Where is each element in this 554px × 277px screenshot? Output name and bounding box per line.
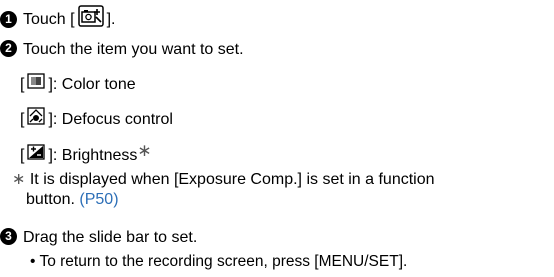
option-prefix: [ <box>20 76 25 94</box>
step-3-text: Drag the slide bar to set. <box>23 229 198 246</box>
option-prefix: [ <box>20 147 25 165</box>
footnote-text-cont: button. <box>26 191 75 208</box>
page-reference-link[interactable]: (P50) <box>79 191 118 208</box>
option-defocus-control: [ ]: Defocus control <box>20 107 173 132</box>
bullet-note: • To return to the recording screen, pre… <box>30 252 407 272</box>
step-number-3: 3 <box>0 228 17 246</box>
footnote-text: It is displayed when [Exposure Comp.] is… <box>29 171 435 188</box>
step-number-2: 2 <box>0 40 17 58</box>
bullet-text: To return to the recording screen, press… <box>39 253 408 270</box>
brightness-icon <box>27 144 46 166</box>
option-prefix: [ <box>20 111 25 129</box>
step-2-text: Touch the item you want to set. <box>23 41 244 58</box>
option-label: ]: Brightness <box>48 147 138 165</box>
defocus-control-icon <box>27 107 46 131</box>
step-number-1: 1 <box>0 10 17 28</box>
step-1-text-after: ]. <box>106 11 116 29</box>
bullet-mark: • <box>30 253 36 270</box>
footnote-mark: ∗ <box>12 171 26 188</box>
footnote-line-1: ∗ It is displayed when [Exposure Comp.] … <box>12 170 435 190</box>
step-1-text-before: Touch [ <box>23 11 75 29</box>
color-tone-icon <box>27 73 46 95</box>
step-3: 3 Drag the slide bar to set. <box>0 228 197 248</box>
footnote-line-2: button. (P50) <box>26 190 119 210</box>
option-label: ]: Defocus control <box>48 111 173 129</box>
step-1: 1 Touch [ ]. <box>0 5 116 34</box>
step-2: 2 Touch the item you want to set. <box>0 40 244 60</box>
footnote-mark: ∗ <box>137 141 152 161</box>
option-color-tone: [ ]: Color tone <box>20 73 136 96</box>
creative-control-icon <box>77 5 104 33</box>
option-brightness: [ ]: Brightness∗ <box>20 141 152 167</box>
option-label: ]: Color tone <box>48 76 136 94</box>
